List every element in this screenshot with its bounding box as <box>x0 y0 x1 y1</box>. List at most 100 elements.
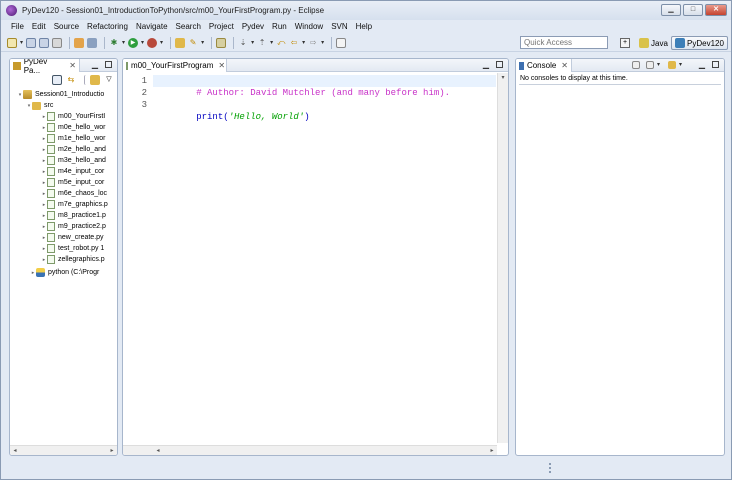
menu-file[interactable]: File <box>7 22 28 31</box>
next-annotation-icon[interactable]: ⇡ <box>257 38 267 48</box>
menu-pydev[interactable]: Pydev <box>238 22 268 31</box>
tree-item-file[interactable]: ▸ new_create.py <box>41 232 104 243</box>
menu-window[interactable]: Window <box>291 22 327 31</box>
scroll-down-icon[interactable]: ▾ <box>498 73 508 83</box>
scroll-right-icon[interactable]: ▸ <box>487 446 497 455</box>
pencil-dropdown-icon[interactable]: ▾ <box>201 39 204 46</box>
close-tab-icon[interactable]: ✕ <box>218 61 225 70</box>
menu-search[interactable]: Search <box>172 22 205 31</box>
external-tools-dropdown-icon[interactable]: ▾ <box>160 39 163 46</box>
tree-item-file[interactable]: ▸ m4e_input_cor <box>41 166 104 177</box>
tree-item-file[interactable]: ▸ test_robot.py 1 <box>41 243 104 254</box>
tree-item-file[interactable]: ▸ m6e_chaos_loc <box>41 188 107 199</box>
close-tab-icon[interactable]: ✕ <box>561 61 568 70</box>
open-perspective-icon[interactable]: + <box>620 38 630 48</box>
run-dropdown-icon[interactable]: ▾ <box>141 39 144 46</box>
console-dropdown-icon[interactable]: ▾ <box>657 61 660 68</box>
run-icon[interactable]: ▶ <box>128 37 139 48</box>
tree-item-label: m2e_hello_and <box>58 146 106 153</box>
menu-edit[interactable]: Edit <box>28 22 50 31</box>
perspective-pydev[interactable]: PyDev120 <box>671 36 728 50</box>
editor-horizontal-scrollbar[interactable]: ◂ ▸ <box>123 445 497 455</box>
tree-item-file[interactable]: ▸ m2e_hello_and <box>41 144 106 155</box>
pin-dropdown-icon[interactable]: ▾ <box>251 39 254 46</box>
menu-run[interactable]: Run <box>268 22 291 31</box>
maximize-view-icon[interactable] <box>105 61 112 68</box>
back-dropdown-icon[interactable]: ▾ <box>302 39 305 46</box>
maximize-view-icon[interactable] <box>712 61 719 68</box>
link-with-editor-icon[interactable]: ⇆ <box>66 75 76 85</box>
display-selected-console-icon[interactable] <box>646 61 654 69</box>
debug-icon[interactable]: ✱ <box>109 38 119 48</box>
view-menu-icon[interactable]: ▽ <box>104 75 114 85</box>
minimize-view-icon[interactable]: ▁ <box>91 61 99 69</box>
editor-vertical-scrollbar[interactable]: ▾ <box>497 73 508 443</box>
debug-dropdown-icon[interactable]: ▾ <box>122 39 125 46</box>
close-button[interactable]: ✕ <box>705 4 727 16</box>
tab-pydev-package-explorer[interactable]: PyDev Pa... ✕ <box>10 59 80 75</box>
status-bar-grip[interactable] <box>549 463 551 473</box>
scroll-left-icon[interactable]: ◂ <box>153 446 163 455</box>
new-dropdown-icon[interactable]: ▾ <box>20 39 23 46</box>
tree-item-file[interactable]: ▸ m00_YourFirstI <box>41 111 105 122</box>
collapse-all-icon[interactable] <box>52 75 62 85</box>
tree-item-python-interpreter[interactable]: ▸ python (C:\Progr <box>30 267 99 278</box>
minimize-view-icon[interactable]: ▁ <box>482 61 490 69</box>
perspective-java[interactable]: Java <box>636 36 671 50</box>
pin-icon[interactable]: ⇣ <box>238 38 248 48</box>
external-tools-icon[interactable] <box>147 37 158 48</box>
quick-access-input[interactable] <box>520 36 608 49</box>
open-folder-icon[interactable] <box>175 37 186 48</box>
tree-item-project[interactable]: ▾ Session01_Introductio <box>17 89 104 100</box>
maximize-button[interactable]: □ <box>683 4 703 16</box>
new-icon[interactable] <box>7 37 17 48</box>
pin-console-icon[interactable] <box>632 61 640 69</box>
pencil-icon[interactable]: ✎ <box>188 38 198 48</box>
tree-item-src[interactable]: ▾ src <box>26 100 53 111</box>
tree-item-file[interactable]: ▸ m1e_hello_wor <box>41 133 105 144</box>
menu-source[interactable]: Source <box>50 22 83 31</box>
tab-console[interactable]: Console ✕ <box>516 59 572 72</box>
back-icon[interactable]: ⇦ <box>289 38 299 48</box>
forward-dropdown-icon[interactable]: ▾ <box>321 39 324 46</box>
print-icon[interactable] <box>52 37 63 48</box>
pydev-console-icon[interactable] <box>336 37 347 48</box>
code-line[interactable]: print('Hello, World') <box>153 99 496 122</box>
minimize-button[interactable]: ▁ <box>661 4 681 16</box>
tree-item-file[interactable]: ▸ zellegraphics.p <box>41 254 105 265</box>
code-area[interactable]: # Author: David Mutchler (and many befor… <box>153 73 496 443</box>
scroll-right-icon[interactable]: ▸ <box>107 446 117 455</box>
open-type-icon[interactable] <box>74 37 85 48</box>
explorer-toolbar: ⇆ ▽ <box>10 73 117 87</box>
tree-item-file[interactable]: ▸ m5e_input_cor <box>41 177 104 188</box>
tree-item-label: m3e_hello_and <box>58 157 106 164</box>
annotation-icon[interactable] <box>216 37 227 48</box>
open-resource-icon[interactable] <box>87 37 98 48</box>
minimize-view-icon[interactable]: ▁ <box>698 61 706 69</box>
menu-refactoring[interactable]: Refactoring <box>83 22 132 31</box>
scroll-left-icon[interactable]: ◂ <box>10 446 20 455</box>
next-annotation-dropdown-icon[interactable]: ▾ <box>270 39 273 46</box>
tree-item-file[interactable]: ▸ m8_practice1.p <box>41 210 106 221</box>
menu-project[interactable]: Project <box>205 22 238 31</box>
save-icon[interactable] <box>26 37 37 48</box>
forward-icon[interactable]: ⇨ <box>308 38 318 48</box>
menu-svn[interactable]: SVN <box>327 22 351 31</box>
tree-item-file[interactable]: ▸ m0e_hello_wor <box>41 122 105 133</box>
menu-help[interactable]: Help <box>352 22 376 31</box>
code-line[interactable] <box>153 87 496 99</box>
explorer-horizontal-scrollbar[interactable]: ◂ ▸ <box>10 445 117 455</box>
tree-item-file[interactable]: ▸ m3e_hello_and <box>41 155 106 166</box>
open-console-icon[interactable] <box>668 61 676 69</box>
tree-item-file[interactable]: ▸ m7e_graphics.p <box>41 199 108 210</box>
menu-navigate[interactable]: Navigate <box>132 22 172 31</box>
maximize-view-icon[interactable] <box>496 61 503 68</box>
last-edit-icon[interactable]: ⤺ <box>276 38 286 48</box>
close-tab-icon[interactable]: ✕ <box>69 61 76 70</box>
filters-icon[interactable] <box>90 75 100 85</box>
tree-item-file[interactable]: ▸ m9_practice2.p <box>41 221 106 232</box>
code-line[interactable]: # Author: David Mutchler (and many befor… <box>153 75 496 98</box>
open-console-dropdown-icon[interactable]: ▾ <box>679 61 682 68</box>
save-all-icon[interactable] <box>39 37 50 48</box>
tab-m00-your-first-program[interactable]: m00_YourFirstProgram ✕ <box>123 59 227 72</box>
